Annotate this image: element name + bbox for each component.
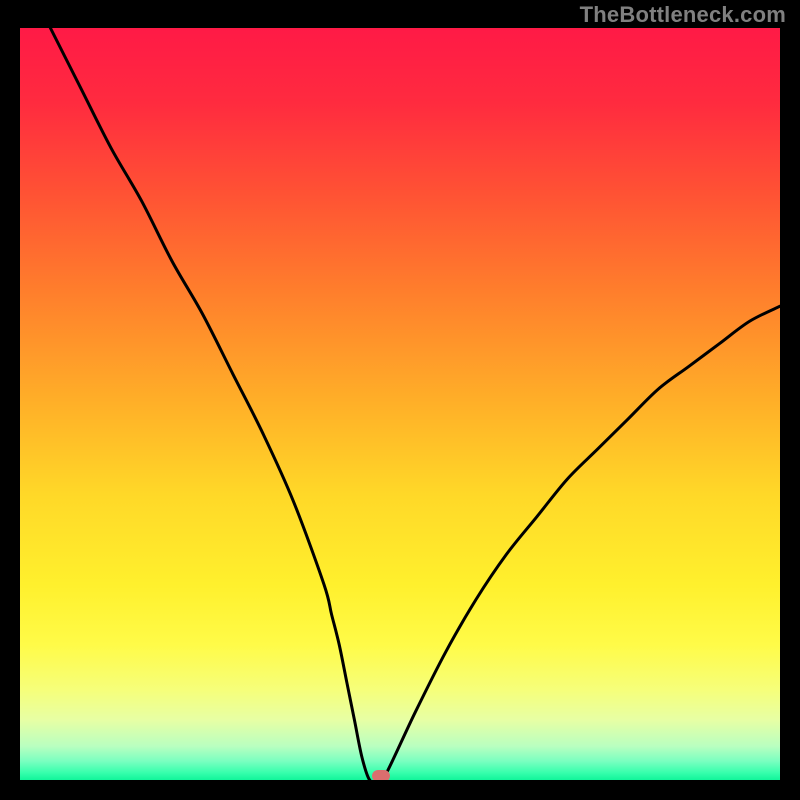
- chart-frame: TheBottleneck.com: [0, 0, 800, 800]
- bottleneck-curve: [20, 28, 780, 780]
- plot-area: [20, 28, 780, 780]
- optimal-point-marker: [372, 770, 390, 780]
- watermark-text: TheBottleneck.com: [580, 2, 786, 28]
